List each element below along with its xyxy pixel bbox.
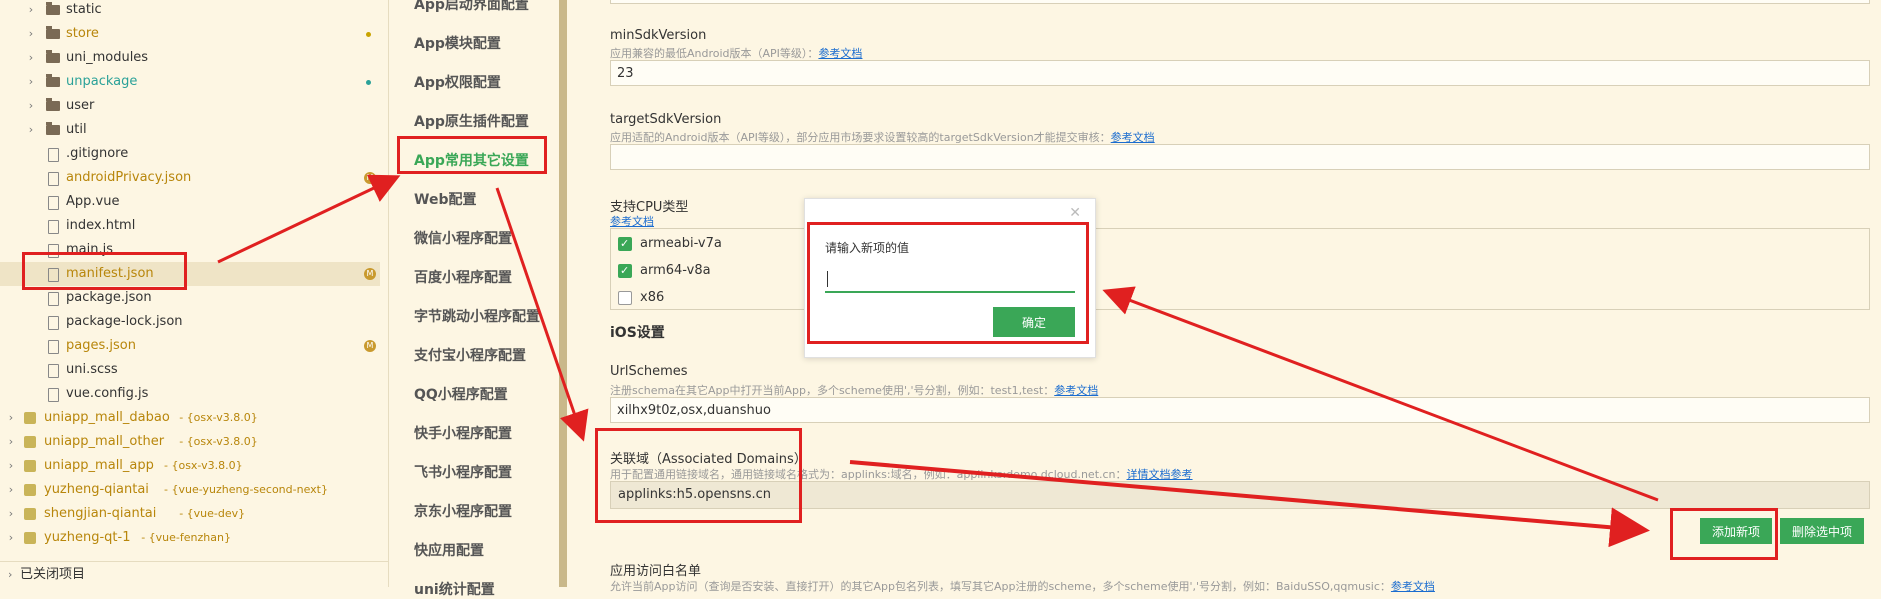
arrow-add-to-dialog bbox=[1102, 286, 1659, 502]
arrow-nav-to-domains bbox=[495, 187, 589, 442]
annotation-arrows bbox=[217, 174, 1659, 548]
arrow-manifest-to-nav bbox=[217, 174, 401, 264]
arrow-domains-to-add bbox=[849, 460, 1650, 548]
